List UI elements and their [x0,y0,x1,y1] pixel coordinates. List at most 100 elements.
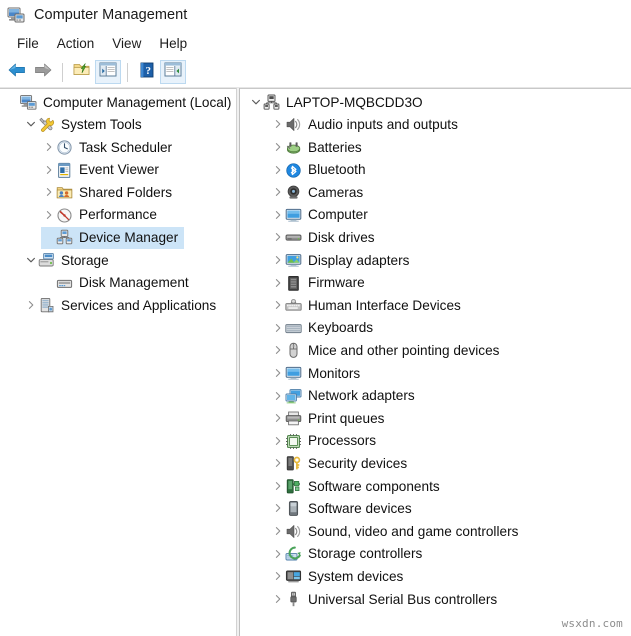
computer-management-icon [20,94,37,111]
device-tree-item-row[interactable]: Display adapters [240,249,631,272]
menu-help[interactable]: Help [150,34,196,53]
device-tree-item-row[interactable]: Audio inputs and outputs [240,114,631,137]
device-tree-item-row[interactable]: Disk drives [240,227,631,250]
device-tree-item-label: Firmware [308,275,365,291]
chevron-right-icon[interactable] [270,524,285,539]
chevron-right-icon[interactable] [270,185,285,200]
bluetooth-icon [285,162,302,179]
console-tree-item-row[interactable]: Performance [0,204,236,227]
forward-button[interactable] [30,60,56,84]
console-tree-item-row[interactable]: Storage [0,249,236,272]
chevron-right-icon[interactable] [270,456,285,471]
console-tree-item-row[interactable]: Shared Folders [0,181,236,204]
menu-action[interactable]: Action [48,34,104,53]
console-tree-item-row-wrap: Device Manager [0,226,236,250]
device-tree-item-row[interactable]: Software devices [240,498,631,521]
device-tree-item-row[interactable]: Human Interface Devices [240,294,631,317]
chevron-right-icon[interactable] [270,276,285,291]
chevron-right-icon[interactable] [41,185,56,200]
device-tree-item-row[interactable]: Cameras [240,181,631,204]
console-tree-item-row[interactable]: Task Scheduler [0,136,236,159]
console-tree-item-row[interactable]: Event Viewer [0,159,236,182]
device-tree-item-row[interactable]: Storage controllers [240,543,631,566]
console-tree-item-row[interactable]: Device Manager [41,226,185,250]
chevron-right-icon[interactable] [270,140,285,155]
computer-node-icon [263,94,280,111]
chevron-right-icon[interactable] [270,479,285,494]
shared-folders-icon [56,184,73,201]
chevron-right-icon[interactable] [41,163,56,178]
menu-bar: File Action View Help [0,30,631,56]
device-manager-icon [56,229,73,246]
chevron-right-icon[interactable] [270,411,285,426]
chevron-right-icon[interactable] [41,208,56,223]
console-tree-item-label: Storage [61,252,109,268]
device-tree-item-row[interactable]: Sound, video and game controllers [240,520,631,543]
chevron-right-icon[interactable] [270,208,285,223]
device-tree-item-row[interactable]: Security devices [240,453,631,476]
show-hide-console-tree-button[interactable] [95,60,121,84]
right-pane-top-border [240,88,631,89]
chevron-right-icon[interactable] [41,140,56,155]
software-device-icon [285,500,302,517]
chevron-right-icon[interactable] [270,230,285,245]
toolbar-separator-2 [127,62,128,82]
chevron-right-icon[interactable] [270,569,285,584]
device-tree-item-row[interactable]: Keyboards [240,317,631,340]
device-tree-item-row[interactable]: Firmware [240,272,631,295]
chevron-right-icon[interactable] [270,343,285,358]
console-tree[interactable]: Computer Management (Local) System Tools T… [0,88,236,317]
up-one-level-button[interactable] [69,60,95,84]
printer-icon [285,410,302,427]
device-tree-item-row[interactable]: System devices [240,565,631,588]
device-tree-item-row[interactable]: LAPTOP-MQBCDD3O [240,91,631,114]
toolbar-separator-1 [62,62,63,82]
device-tree-item-label: Network adapters [308,388,415,404]
device-tree[interactable]: LAPTOP-MQBCDD3O Audio inputs and outputs B… [240,88,631,611]
device-tree-item-row[interactable]: Print queues [240,407,631,430]
device-tree-item-row[interactable]: Processors [240,430,631,453]
device-tree-item-row[interactable]: Batteries [240,136,631,159]
device-tree-item-row[interactable]: Software components [240,475,631,498]
device-tree-item-label: System devices [308,568,404,584]
back-button[interactable] [4,60,30,84]
help-button[interactable]: ? [134,60,160,84]
chevron-right-icon[interactable] [270,501,285,516]
chevron-right-icon[interactable] [270,592,285,607]
chevron-right-icon[interactable] [270,389,285,404]
console-tree-item-row[interactable]: System Tools [0,114,236,137]
console-tree-item-row[interactable]: Disk Management [0,272,236,295]
console-tree-pane: Computer Management (Local) System Tools T… [0,88,236,636]
chevron-right-icon[interactable] [270,163,285,178]
console-tree-item-row[interactable]: Services and Applications [0,294,236,317]
chevron-right-icon[interactable] [270,547,285,562]
device-tree-item-row[interactable]: Mice and other pointing devices [240,340,631,363]
chevron-right-icon[interactable] [270,434,285,449]
chevron-right-icon[interactable] [270,298,285,313]
menu-file[interactable]: File [8,34,48,53]
console-tree-item-row[interactable]: Computer Management (Local) [0,91,236,114]
device-tree-item-row[interactable]: Universal Serial Bus controllers [240,588,631,611]
chevron-down-icon[interactable] [23,253,38,268]
chevron-right-icon[interactable] [270,366,285,381]
computer-management-window: Computer Management File Action View Hel… [0,0,631,636]
device-tree-item-label: Security devices [308,456,408,471]
chevron-right-icon[interactable] [23,298,38,313]
console-tree-item-label: Computer Management (Local) [43,94,232,110]
chevron-right-icon[interactable] [270,117,285,132]
chevron-down-icon[interactable] [248,95,263,110]
computer-management-icon [7,6,25,24]
device-tree-item-row[interactable]: Computer [240,204,631,227]
chevron-right-icon[interactable] [270,321,285,336]
software-component-icon [285,478,302,495]
menu-view[interactable]: View [103,34,150,53]
device-tree-item-row[interactable]: Monitors [240,362,631,385]
chevron-right-icon[interactable] [270,253,285,268]
show-hide-action-pane-button[interactable] [160,60,186,84]
monitor-icon [285,365,302,382]
device-tree-item-row[interactable]: Network adapters [240,385,631,408]
chevron-down-icon[interactable] [23,117,38,132]
device-tree-item-row[interactable]: Bluetooth [240,159,631,182]
device-tree-item-label: Batteries [308,139,362,155]
window-title: Computer Management [34,7,188,23]
